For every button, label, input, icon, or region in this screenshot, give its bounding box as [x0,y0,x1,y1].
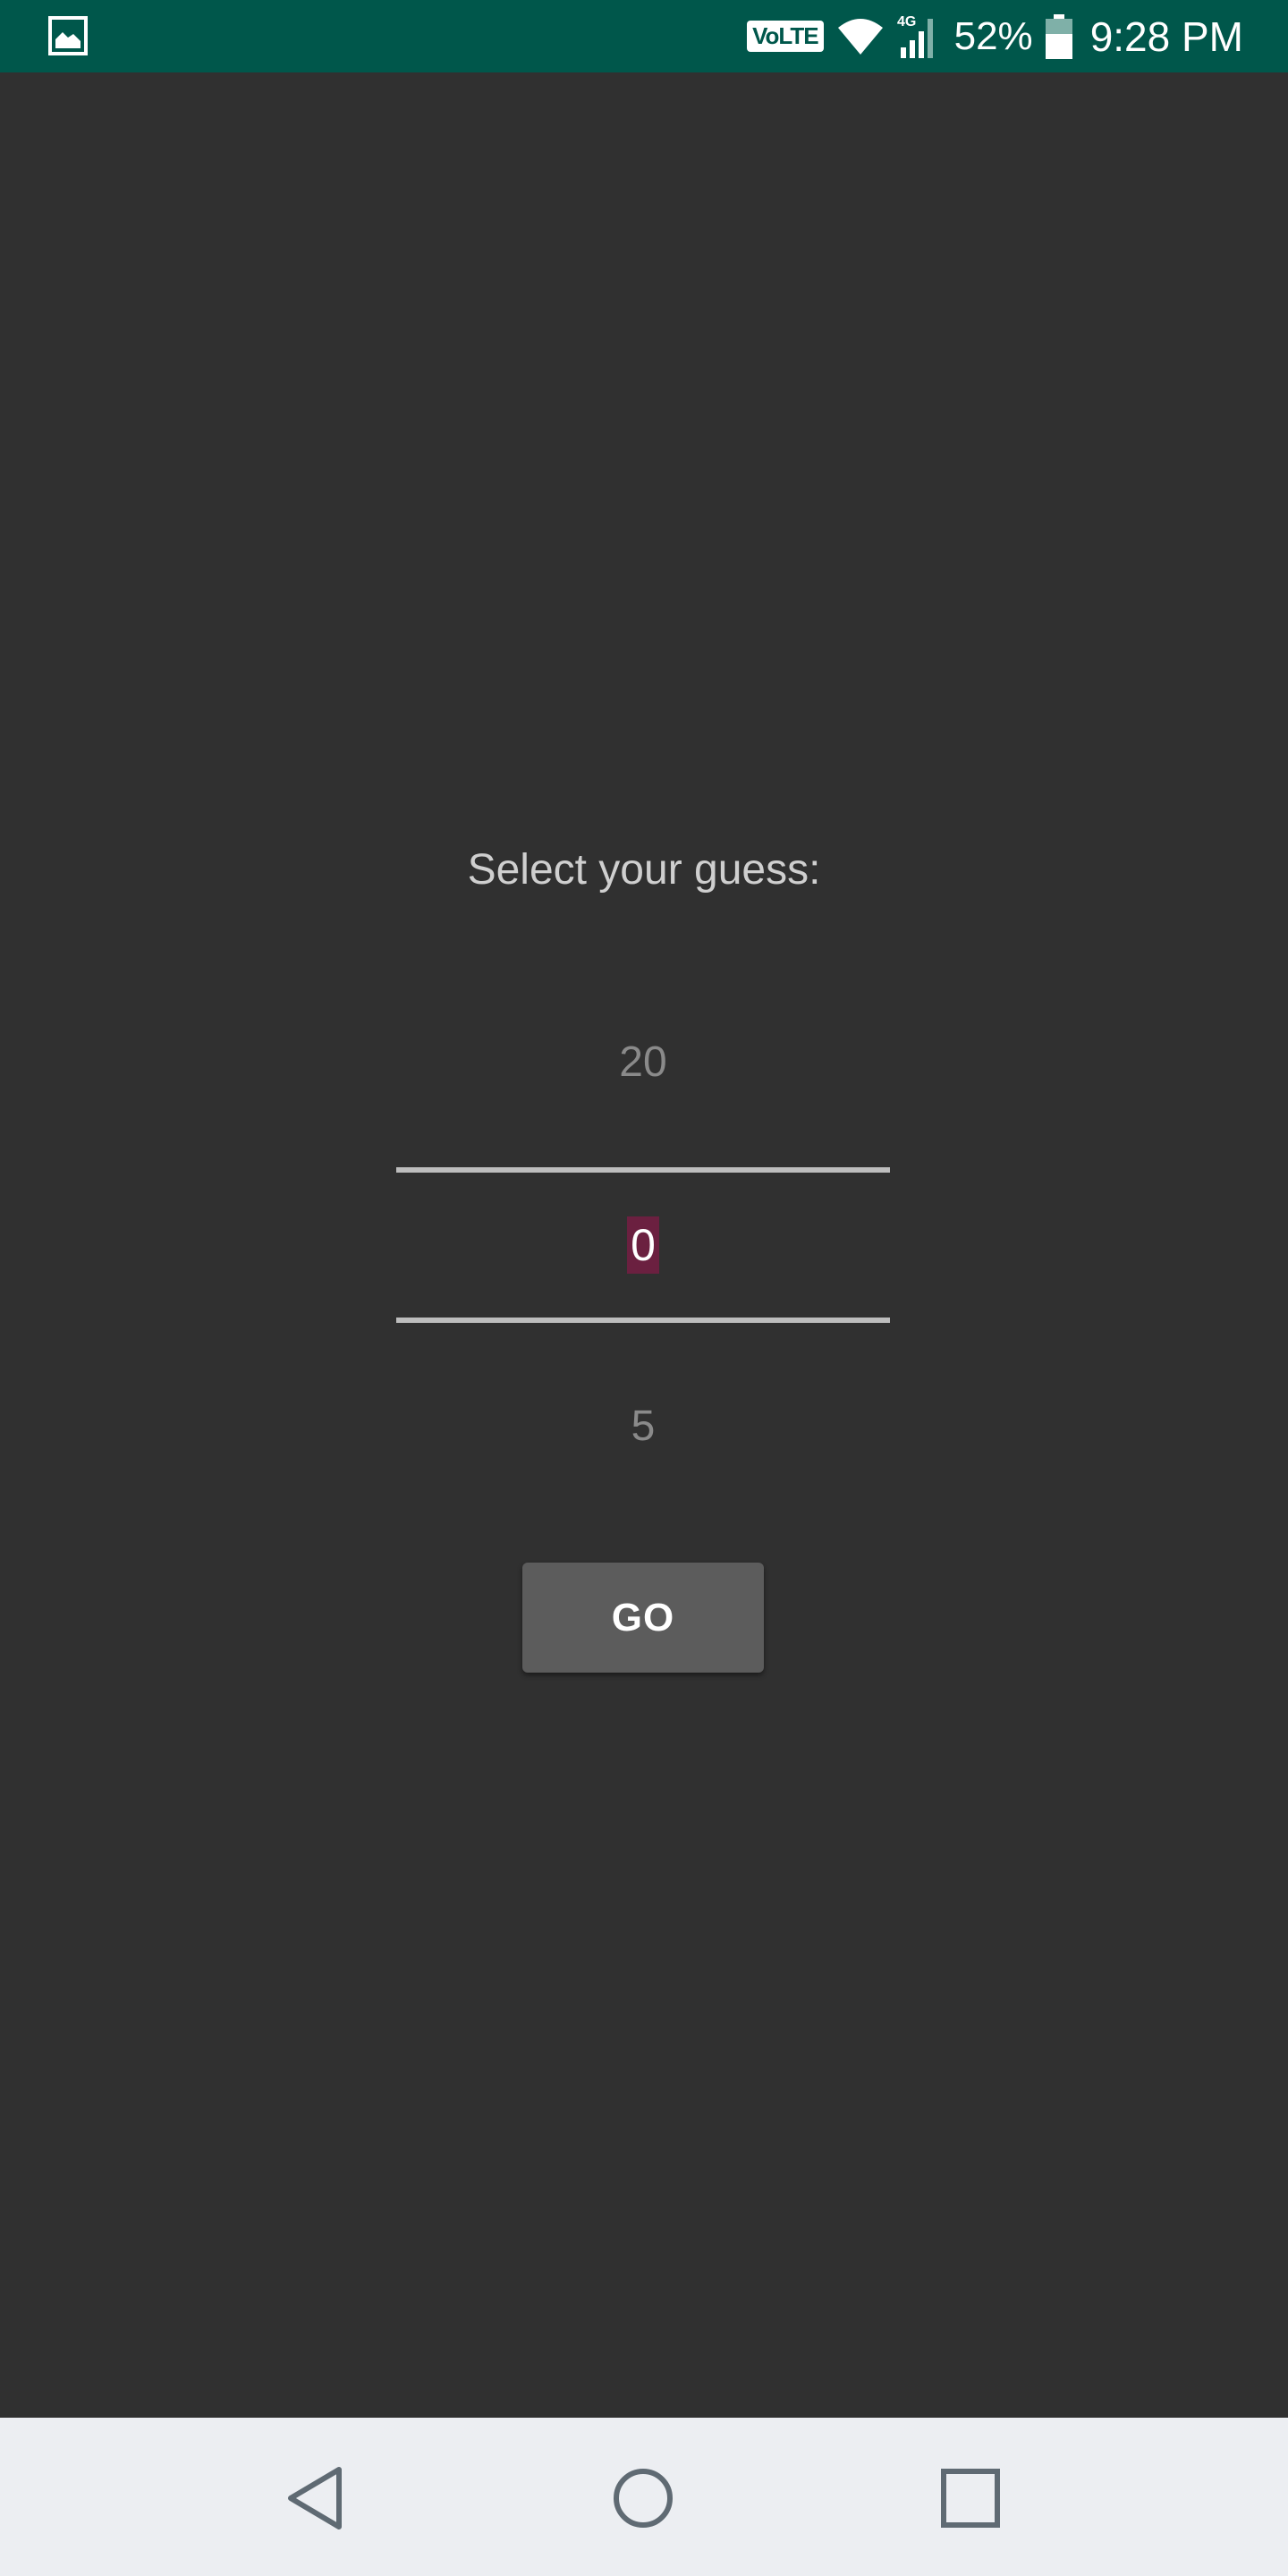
guess-prompt: Select your guess: [467,846,821,894]
picker-divider-top [396,1167,890,1173]
picker-selection[interactable]: 0 [396,1216,890,1274]
recents-square-icon [941,2469,1000,2528]
recents-button[interactable] [926,2453,1015,2543]
battery-percent: 52% [953,13,1033,58]
number-picker[interactable]: 20 0 5 [396,1011,890,1476]
picker-divider-bottom [396,1318,890,1323]
picker-current-value[interactable]: 0 [627,1216,659,1274]
go-button[interactable]: GO [522,1563,764,1673]
back-button[interactable] [270,2453,360,2543]
back-triangle-icon [288,2467,342,2529]
home-circle-icon [614,2469,673,2528]
clock: 9:28 PM [1089,13,1243,60]
signal-4g-icon: 4G [897,14,933,58]
status-icons: VoLTE 4G 52% 9:28 PM [747,0,1243,72]
volte-badge: VoLTE [747,21,824,52]
picker-next-value[interactable]: 5 [396,1402,890,1451]
picker-previous-value[interactable]: 20 [396,1038,890,1087]
status-bar: VoLTE 4G 52% 9:28 PM [0,0,1288,72]
home-button[interactable] [598,2453,688,2543]
gallery-icon [48,16,88,55]
signal-label: 4G [897,14,916,30]
navigation-bar [0,2418,1288,2576]
battery-icon [1045,13,1072,59]
wifi-icon [837,18,883,55]
